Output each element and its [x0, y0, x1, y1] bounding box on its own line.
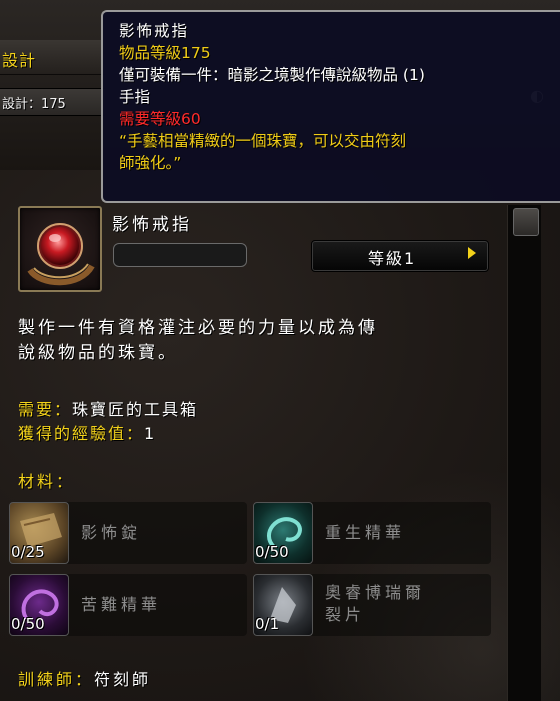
rank-label: 等級1 — [368, 249, 417, 268]
material-count: 0/50 — [11, 615, 45, 633]
description-line-2: 說級物品的珠寶。 — [18, 343, 178, 363]
tooltip-required-level: 需要等級60 — [119, 110, 201, 128]
recipe-description: 製作一件有資格灌注必要的力量以成為傳 說級物品的珠寶。 — [18, 316, 498, 366]
scrollbar[interactable] — [507, 205, 541, 701]
scrollbar-thumb[interactable] — [513, 208, 539, 236]
tooltip-item-name: 影怖戒指 — [119, 22, 190, 40]
material-name: 影怖錠 — [81, 523, 142, 542]
material-slot[interactable]: 0/50 重生精華 — [253, 502, 491, 564]
trainer-line: 訓練師：符刻師 — [18, 666, 151, 690]
material-name: 重生精華 — [325, 523, 406, 542]
material-count: 0/50 — [255, 543, 289, 561]
tooltip-slot: 手指 — [119, 88, 151, 106]
material-slot[interactable]: 0/25 影怖錠 — [9, 502, 247, 564]
quantity-input[interactable] — [113, 243, 247, 267]
tooltip-flavor-line-1: “手藝相當精緻的一個珠寶，可以交由符刻 — [119, 132, 407, 150]
material-slot[interactable]: 0/50 苦難精華 — [9, 574, 247, 636]
material-count: 0/25 — [11, 543, 45, 561]
tooltip-item-level: 物品等級175 — [119, 44, 211, 62]
trainer-label: 訓練師： — [18, 670, 95, 689]
material-slot[interactable]: 0/1 奧睿博瑞爾 裂片 — [253, 574, 491, 636]
ring-icon[interactable] — [18, 206, 102, 292]
exp-label: 獲得的經驗值： — [18, 424, 145, 443]
description-line-1: 製作一件有資格灌注必要的力量以成為傳 — [18, 318, 378, 338]
window-title: 設計 — [2, 51, 37, 70]
requirements: 需要：珠寶匠的工具箱 獲得的經驗值：1 — [18, 398, 198, 446]
requires-value: 珠寶匠的工具箱 — [72, 400, 199, 419]
material-name: 奧睿博瑞爾 裂片 — [325, 583, 426, 624]
trainer-value: 符刻師 — [94, 670, 152, 689]
materials-heading: 材料： — [18, 472, 76, 491]
requires-label: 需要： — [18, 400, 73, 419]
tooltip-flavor-line-2: 師強化。” — [119, 154, 182, 172]
skill-level-label: 設計：175 — [2, 97, 66, 112]
exp-value: 1 — [144, 424, 157, 443]
material-count: 0/1 — [255, 615, 280, 633]
recipe-name: 影怖戒指 — [112, 215, 192, 235]
rank-dropdown[interactable]: 等級1 — [311, 240, 489, 272]
tooltip-unique-line: 僅可裝備一件：暗影之境製作傳說級物品 (1) — [119, 66, 425, 84]
item-tooltip: 影怖戒指 物品等級175 僅可裝備一件：暗影之境製作傳說級物品 (1) 手指 需… — [101, 10, 560, 203]
material-name: 苦難精華 — [81, 595, 162, 614]
arrow-right-icon — [468, 247, 476, 259]
